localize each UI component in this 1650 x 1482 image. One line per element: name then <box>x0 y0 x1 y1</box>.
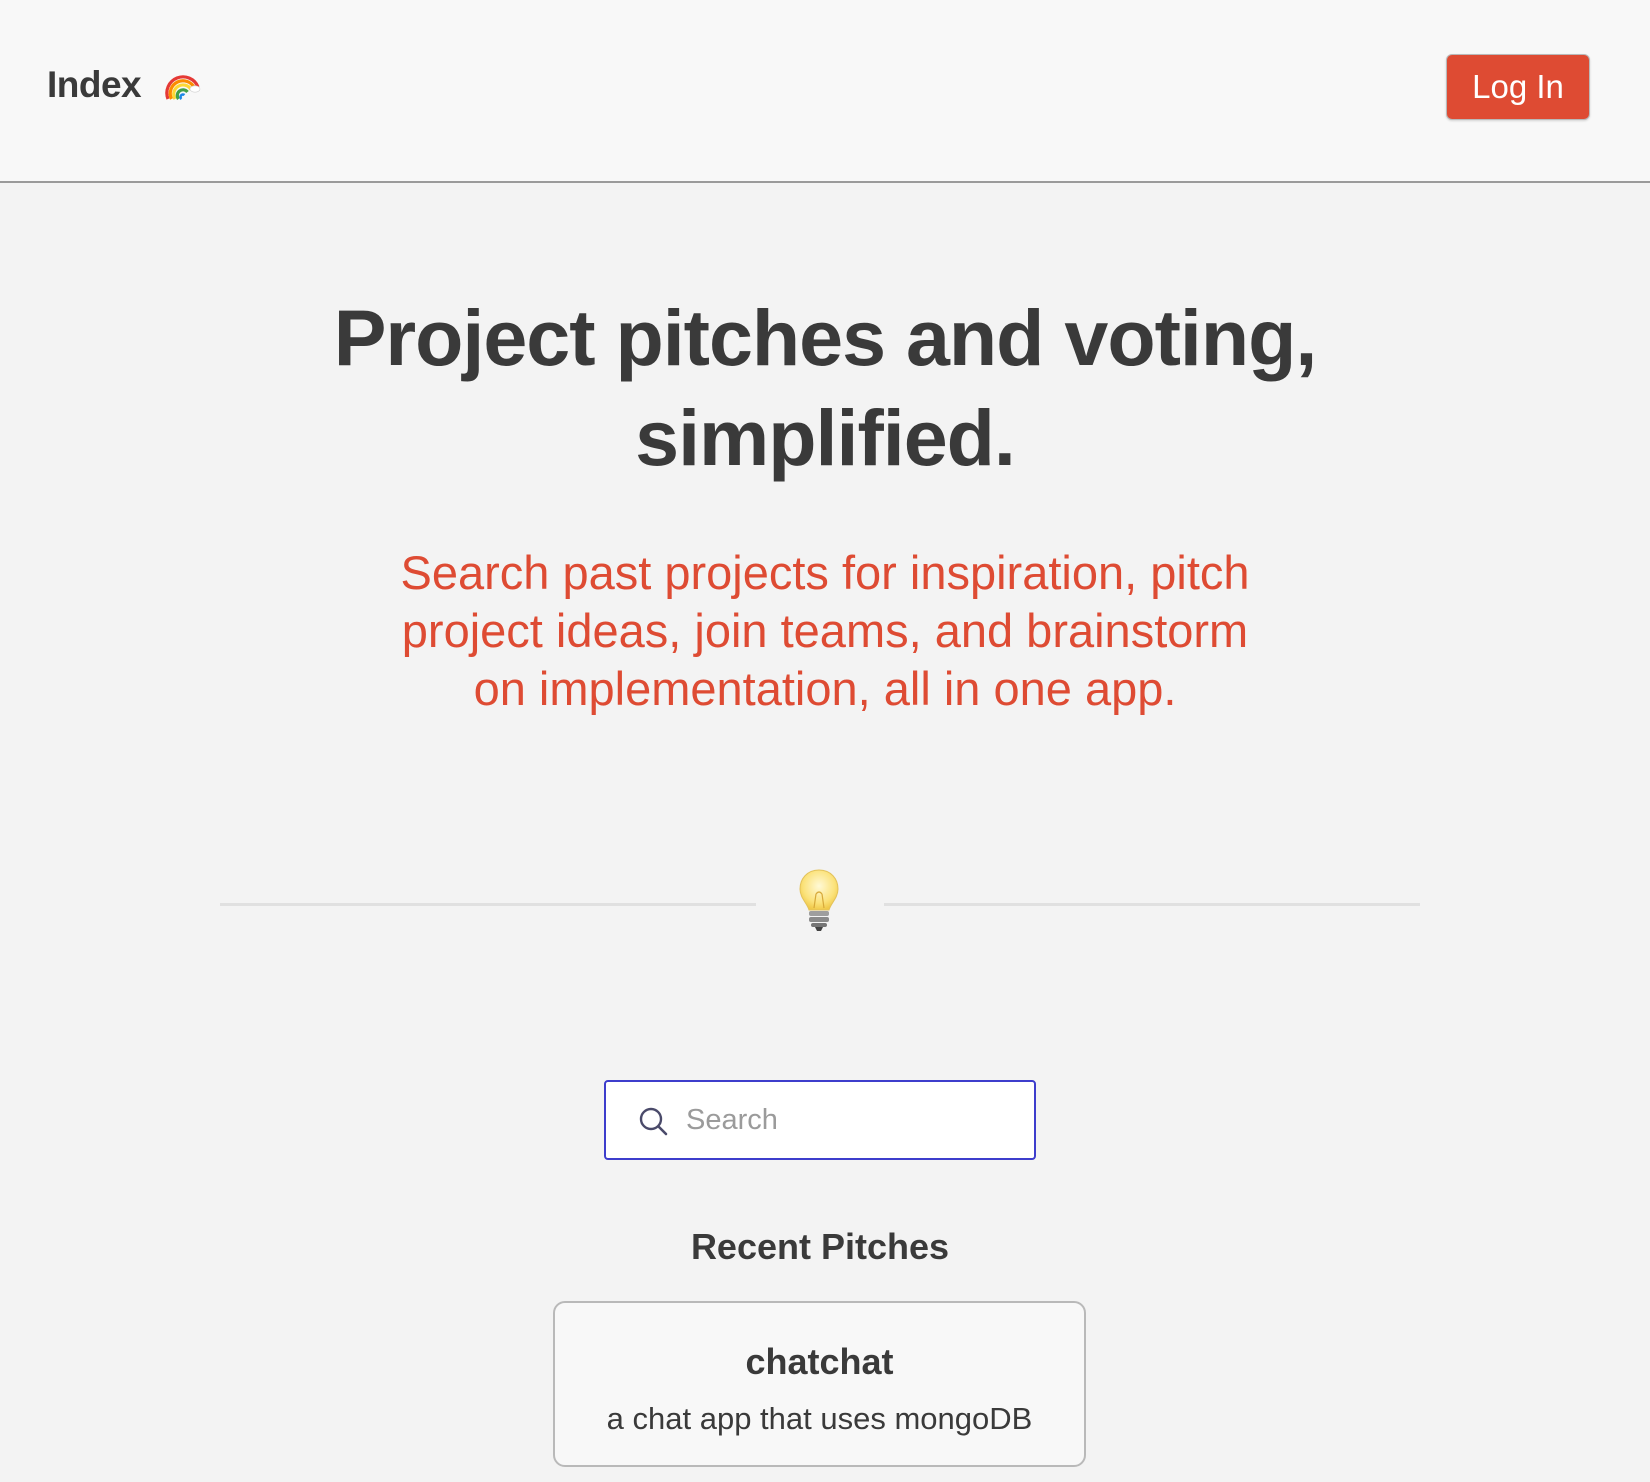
pitch-title: chatchat <box>745 1341 894 1382</box>
rainbow-icon <box>165 67 201 103</box>
pitch-description: a chat app that uses mongoDB <box>606 1401 1033 1436</box>
search-icon <box>638 1106 670 1138</box>
login-button[interactable]: Log In <box>1446 54 1590 120</box>
search-input[interactable] <box>686 1082 1016 1158</box>
search-box[interactable] <box>604 1080 1036 1160</box>
hero-subtitle: Search past projects for inspiration, pi… <box>400 546 1250 715</box>
brand[interactable]: Index <box>47 64 201 106</box>
brand-name[interactable]: Index <box>47 64 142 106</box>
divider-left <box>220 903 756 906</box>
recent-pitches-heading: Recent Pitches <box>690 1226 950 1267</box>
pitch-card[interactable]: chatchat a chat app that uses mongoDB <box>553 1301 1086 1467</box>
hero-title: Project pitches and voting, simplified. <box>333 293 1318 482</box>
top-navbar: Index Log In <box>0 0 1650 183</box>
divider-right <box>884 903 1420 906</box>
lightbulb-icon <box>797 868 841 932</box>
